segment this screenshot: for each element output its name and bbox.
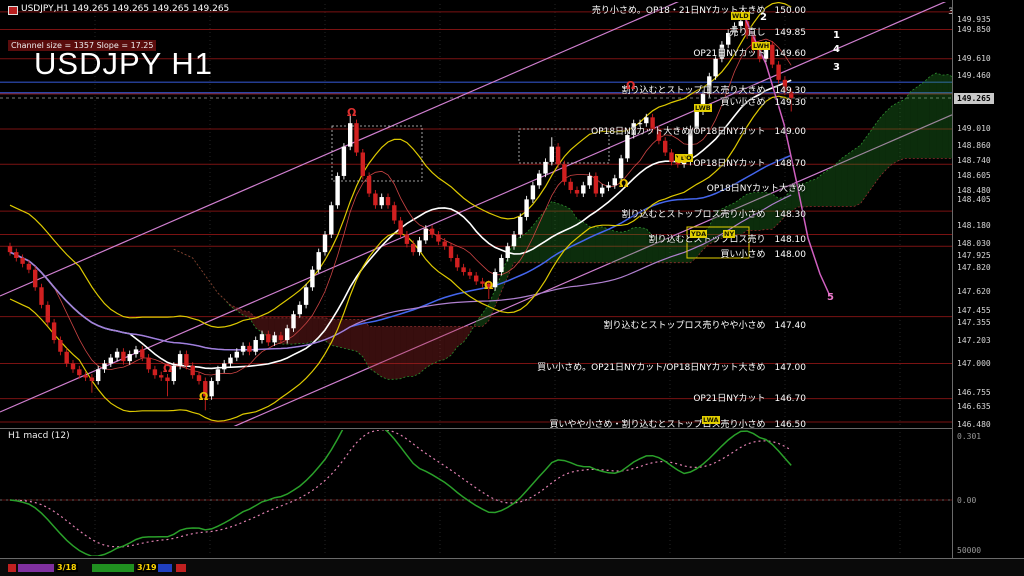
wave-count-label[interactable]: 2 — [760, 12, 767, 23]
axis-price-label: 149.460 — [957, 71, 991, 81]
omega-marker: Ω — [163, 362, 173, 375]
trade-note[interactable]: 売り直し 149.85 — [730, 25, 807, 38]
trade-note[interactable]: 割り込むとストップロス売り小さめ 148.30 — [622, 207, 807, 220]
timeline-segment — [92, 564, 134, 572]
macd-axis-label: 50000 — [957, 546, 982, 555]
level-tag[interactable]: LWA — [702, 416, 720, 424]
axis-price-label: 148.030 — [957, 238, 991, 248]
current-price-label: 149.265 — [954, 93, 994, 104]
axis-price-label: 147.000 — [957, 359, 991, 369]
omega-marker: Ω — [619, 177, 629, 190]
wave-count-label[interactable]: 5 — [827, 292, 834, 303]
timeline-segment — [8, 564, 16, 572]
axis-price-label: 147.620 — [957, 286, 991, 296]
axis-price-label: 147.820 — [957, 263, 991, 273]
trade-note[interactable]: OP18日NYカット大きめ — [707, 181, 806, 194]
axis-price-label: 147.355 — [957, 317, 991, 327]
price-axis[interactable]: 149.935 149.850 149.610 149.460 149.010 148.8… — [952, 0, 1024, 558]
chart-title: USDJPY H1 — [34, 46, 213, 81]
trade-note[interactable]: OP21日NYカット 149.60 — [693, 46, 806, 59]
axis-price-label: 146.755 — [957, 388, 991, 398]
axis-price-label: 149.010 — [957, 123, 991, 133]
axis-price-label: 147.925 — [957, 251, 991, 261]
omega-marker: Ω — [677, 153, 687, 166]
macd-axis-label: 0.301 — [957, 432, 982, 441]
wave-count-label[interactable]: 3 — [833, 62, 840, 73]
macd-layers — [0, 430, 952, 556]
macd-indicator-label: H1 macd (12) — [8, 431, 70, 441]
symbol-icon — [8, 6, 18, 15]
trade-note[interactable]: 買いやや小さめ・割り込むとストップロス売り小さめ 146.50 — [550, 417, 807, 430]
timeline-segment — [176, 564, 186, 572]
timeline-segment — [158, 564, 172, 572]
timeline-date-label: 3/19 — [136, 563, 158, 572]
trade-note[interactable]: OP21日NYカット 146.70 — [693, 391, 806, 404]
ichimoku-cloud — [173, 72, 952, 380]
trading-chart-window: USDJPY,H1 149.265 149.265 149.265 149.26… — [0, 0, 1024, 576]
axis-price-label: 148.860 — [957, 141, 991, 151]
omega-marker: Ω — [484, 279, 494, 292]
trade-note[interactable]: 割り込むとストップロス売りやや小さめ 147.40 — [604, 318, 807, 331]
macd-axis-label: 0.00 — [957, 496, 977, 505]
wave-count-label[interactable]: 1 — [833, 30, 840, 41]
level-tag[interactable]: YDA — [690, 230, 708, 238]
omega-marker: Ω — [347, 106, 357, 119]
level-tag[interactable]: WLD — [731, 12, 750, 20]
axis-price-label: 146.635 — [957, 402, 991, 412]
axis-price-label: 147.455 — [957, 306, 991, 316]
trade-note[interactable]: 買い小さめ 149.30 — [721, 95, 807, 108]
level-tag[interactable]: LWH — [752, 42, 771, 50]
timeline-bar[interactable]: 3/18 3/19 — [0, 558, 1024, 576]
axis-price-label: 146.480 — [957, 420, 991, 430]
omega-marker: Ω — [626, 79, 636, 92]
macd-canvas[interactable] — [0, 428, 952, 558]
ohlc-readout: USDJPY,H1 149.265 149.265 149.265 149.26… — [21, 4, 230, 14]
axis-price-label: 148.180 — [957, 221, 991, 231]
timeline-date-label: 3/18 — [56, 563, 78, 572]
panel-separator[interactable] — [0, 428, 1024, 429]
trade-note[interactable]: 買い小さめ。OP21日NYカット/OP18日NYカット大きめ 147.00 — [537, 360, 806, 373]
axis-price-label: 148.740 — [957, 155, 991, 165]
axis-price-label: 149.610 — [957, 53, 991, 63]
axis-price-label: 149.850 — [957, 25, 991, 35]
trade-note[interactable]: OP18日NYカット大きめ/OP18日NYカット 149.00 — [591, 124, 806, 137]
trade-note[interactable]: 買い小さめ 148.00 — [721, 247, 807, 260]
wave-count-label[interactable]: 4 — [833, 44, 840, 55]
level-tag[interactable]: NY — [723, 230, 736, 238]
axis-price-label: 148.405 — [957, 194, 991, 204]
axis-price-label: 149.935 — [957, 15, 991, 25]
level-tag[interactable]: LWB — [694, 104, 712, 112]
timeline-segment — [18, 564, 54, 572]
trade-note[interactable]: 売り小さめ。OP18・21日NYカット大きめ 150.00 — [592, 3, 806, 16]
trade-note[interactable]: OP18日NYカット 148.70 — [693, 156, 806, 169]
axis-price-label: 148.480 — [957, 186, 991, 195]
axis-price-label: 148.605 — [957, 171, 991, 181]
omega-marker: Ω — [199, 390, 209, 403]
axis-price-label: 147.203 — [957, 335, 991, 345]
